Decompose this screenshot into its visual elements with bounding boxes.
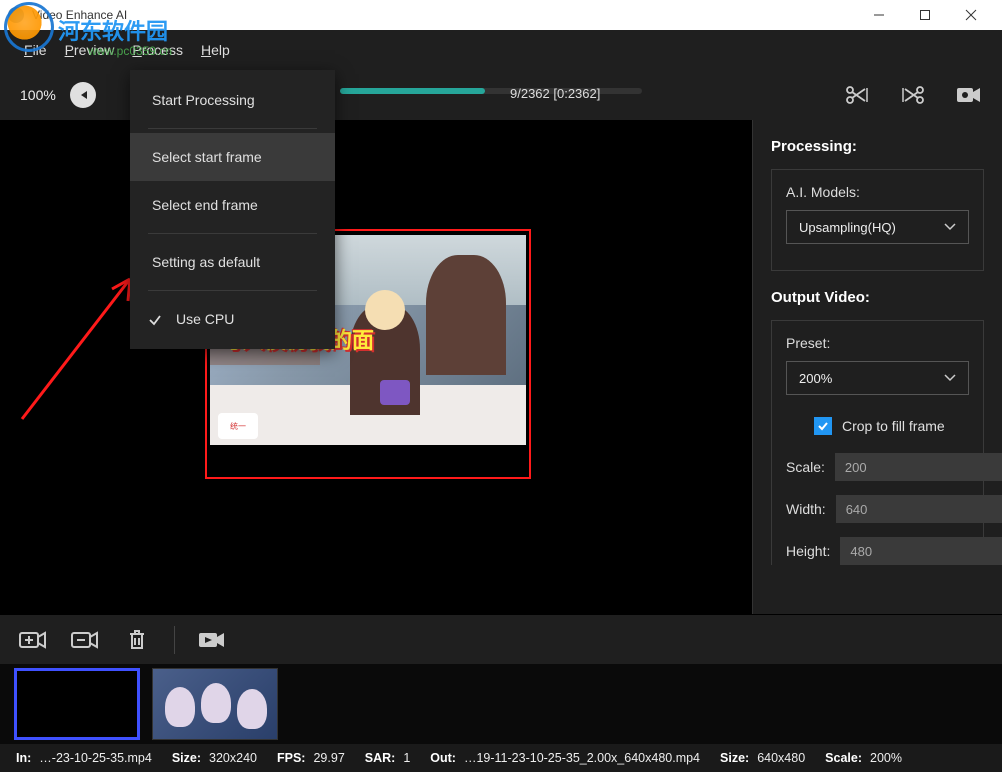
- app-icon: [8, 7, 24, 23]
- right-panel: Processing: A.I. Models: Upsampling(HQ) …: [752, 120, 1002, 614]
- menu-select-end-frame[interactable]: Select end frame: [130, 181, 335, 229]
- size2-label: Size:: [720, 751, 749, 765]
- camera-record-icon[interactable]: [956, 82, 982, 108]
- out-label: Out:: [430, 751, 456, 765]
- cut-end-icon[interactable]: [900, 82, 926, 108]
- prev-frame-button[interactable]: [70, 82, 96, 108]
- menu-file[interactable]: File: [24, 42, 47, 58]
- scale-label: Scale:: [825, 751, 862, 765]
- maximize-button[interactable]: [902, 0, 948, 30]
- chevron-down-icon: [944, 223, 956, 231]
- menubar: File Preview Process Help: [0, 30, 1002, 70]
- crop-checkbox[interactable]: [814, 417, 832, 435]
- size1-label: Size:: [172, 751, 201, 765]
- fps-value: 29.97: [313, 751, 344, 765]
- minimize-button[interactable]: [856, 0, 902, 30]
- scale-label: Scale:: [786, 459, 825, 475]
- width-label: Width:: [786, 501, 826, 517]
- preset-label: Preset:: [786, 335, 969, 351]
- video-channel-logo: 统一: [218, 413, 258, 439]
- ai-models-label: A.I. Models:: [786, 184, 969, 200]
- size1-value: 320x240: [209, 751, 257, 765]
- menu-process[interactable]: Process: [132, 42, 183, 58]
- menu-setting-default[interactable]: Setting as default: [130, 238, 335, 286]
- in-value: …-23-10-25-35.mp4: [39, 751, 152, 765]
- out-value: …19-11-23-10-25-35_2.00x_640x480.mp4: [464, 751, 700, 765]
- crop-label: Crop to fill frame: [842, 418, 945, 434]
- scale-input[interactable]: [835, 453, 1002, 481]
- remove-video-button[interactable]: [70, 625, 100, 655]
- fps-label: FPS:: [277, 751, 305, 765]
- thumbnail-strip: [0, 664, 1002, 744]
- sar-label: SAR:: [365, 751, 396, 765]
- close-button[interactable]: [948, 0, 994, 30]
- in-label: In:: [16, 751, 31, 765]
- sar-value: 1: [403, 751, 410, 765]
- progress-text: 9/2362 [0:2362]: [510, 86, 600, 101]
- titlebar: Video Enhance AI: [0, 0, 1002, 30]
- chevron-down-icon: [944, 374, 956, 382]
- preset-select[interactable]: 200%: [786, 361, 969, 395]
- preview-area[interactable]: 与人模仿我的面 统一: [0, 120, 752, 614]
- separator: [174, 626, 175, 654]
- menu-preview[interactable]: Preview: [65, 42, 115, 58]
- width-input[interactable]: [836, 495, 1002, 523]
- delete-button[interactable]: [122, 625, 152, 655]
- ai-model-select[interactable]: Upsampling(HQ): [786, 210, 969, 244]
- thumbnail-1[interactable]: [14, 668, 140, 740]
- menu-use-cpu[interactable]: Use CPU: [130, 295, 335, 343]
- cut-start-icon[interactable]: [844, 82, 870, 108]
- menu-start-processing[interactable]: Start Processing: [130, 76, 335, 124]
- output-video-title: Output Video:: [771, 289, 984, 306]
- export-video-button[interactable]: [197, 625, 227, 655]
- thumbnail-2[interactable]: [152, 668, 278, 740]
- check-icon: [148, 313, 162, 327]
- process-dropdown: Start Processing Select start frame Sele…: [130, 70, 335, 349]
- height-label: Height:: [786, 543, 830, 559]
- menu-select-start-frame[interactable]: Select start frame: [130, 133, 335, 181]
- window-title: Video Enhance AI: [32, 8, 856, 22]
- processing-title: Processing:: [771, 138, 984, 155]
- add-video-button[interactable]: [18, 625, 48, 655]
- zoom-level[interactable]: 100%: [20, 87, 56, 103]
- menu-help[interactable]: Help: [201, 42, 230, 58]
- size2-value: 640x480: [757, 751, 805, 765]
- height-input[interactable]: [840, 537, 1002, 565]
- scale-value: 200%: [870, 751, 902, 765]
- bottom-toolbar: [0, 614, 1002, 664]
- status-bar: In: …-23-10-25-35.mp4 Size: 320x240 FPS:…: [0, 744, 1002, 772]
